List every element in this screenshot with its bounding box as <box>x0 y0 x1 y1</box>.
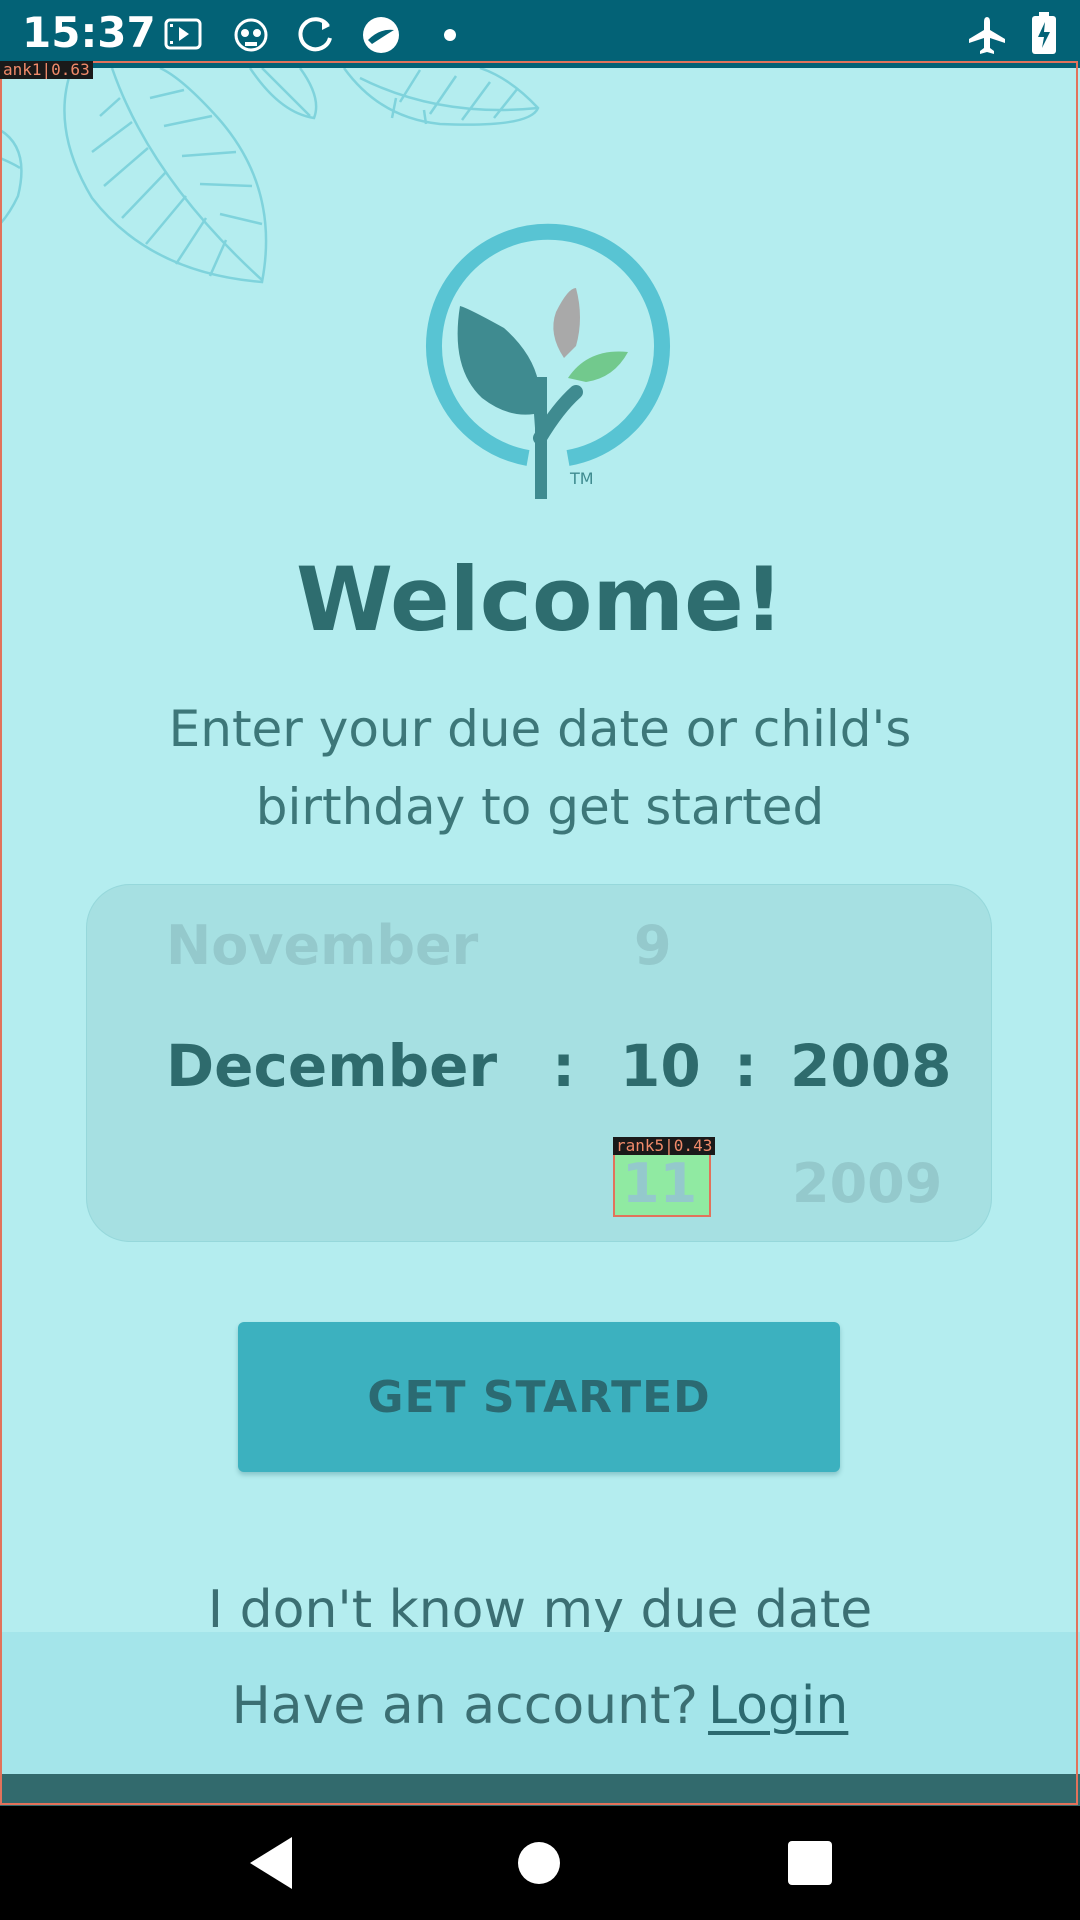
month-selected[interactable]: December <box>166 1032 497 1100</box>
have-account-row: Have an account? Login <box>0 1676 1080 1736</box>
recents-icon[interactable] <box>786 1831 834 1895</box>
day-option-prev[interactable]: 9 <box>634 914 672 977</box>
dot-icon <box>444 29 456 41</box>
status-bar: 15:37 <box>0 0 1080 68</box>
back-icon[interactable] <box>242 1831 306 1895</box>
month-option-prev[interactable]: November <box>166 914 478 977</box>
navigation-bar <box>0 1806 1080 1920</box>
day-option-next[interactable]: 11 <box>622 1152 697 1215</box>
separator-1: : <box>552 1032 576 1100</box>
battery-charging-icon <box>1032 12 1056 54</box>
year-option-next[interactable]: 2009 <box>792 1152 942 1215</box>
date-picker[interactable]: November 9 December : 10 : 2008 11 2009 <box>86 884 992 1242</box>
screen-record-icon <box>164 18 202 50</box>
welcome-title: Welcome! <box>296 548 784 651</box>
svg-text:TM: TM <box>569 469 594 488</box>
subtitle-line-2: birthday to get started <box>255 778 825 836</box>
detection-tag-picker: rank5|0.43 <box>613 1137 716 1155</box>
year-selected[interactable]: 2008 <box>790 1032 951 1100</box>
status-time: 15:37 <box>22 8 156 57</box>
monkey-icon <box>234 18 268 52</box>
app-icon <box>363 17 399 53</box>
have-account-text: Have an account? <box>231 1676 699 1736</box>
get-started-button[interactable]: GET STARTED <box>238 1322 840 1472</box>
dont-know-due-date-link[interactable]: I don't know my due date <box>0 1580 1080 1640</box>
day-selected[interactable]: 10 <box>620 1032 701 1100</box>
separator-2: : <box>734 1032 758 1100</box>
login-link[interactable]: Login <box>708 1676 848 1736</box>
airplane-mode-icon <box>969 17 1005 54</box>
sync-icon <box>298 17 332 52</box>
home-icon[interactable] <box>516 1831 562 1895</box>
welcome-subtitle: Enter your due date or child's birthday … <box>100 690 980 846</box>
bottom-strip <box>0 1774 1080 1806</box>
decorative-leaves <box>0 68 540 284</box>
subtitle-line-1: Enter your due date or child's <box>168 700 912 758</box>
detection-tag-top: ank1|0.63 <box>0 61 93 79</box>
